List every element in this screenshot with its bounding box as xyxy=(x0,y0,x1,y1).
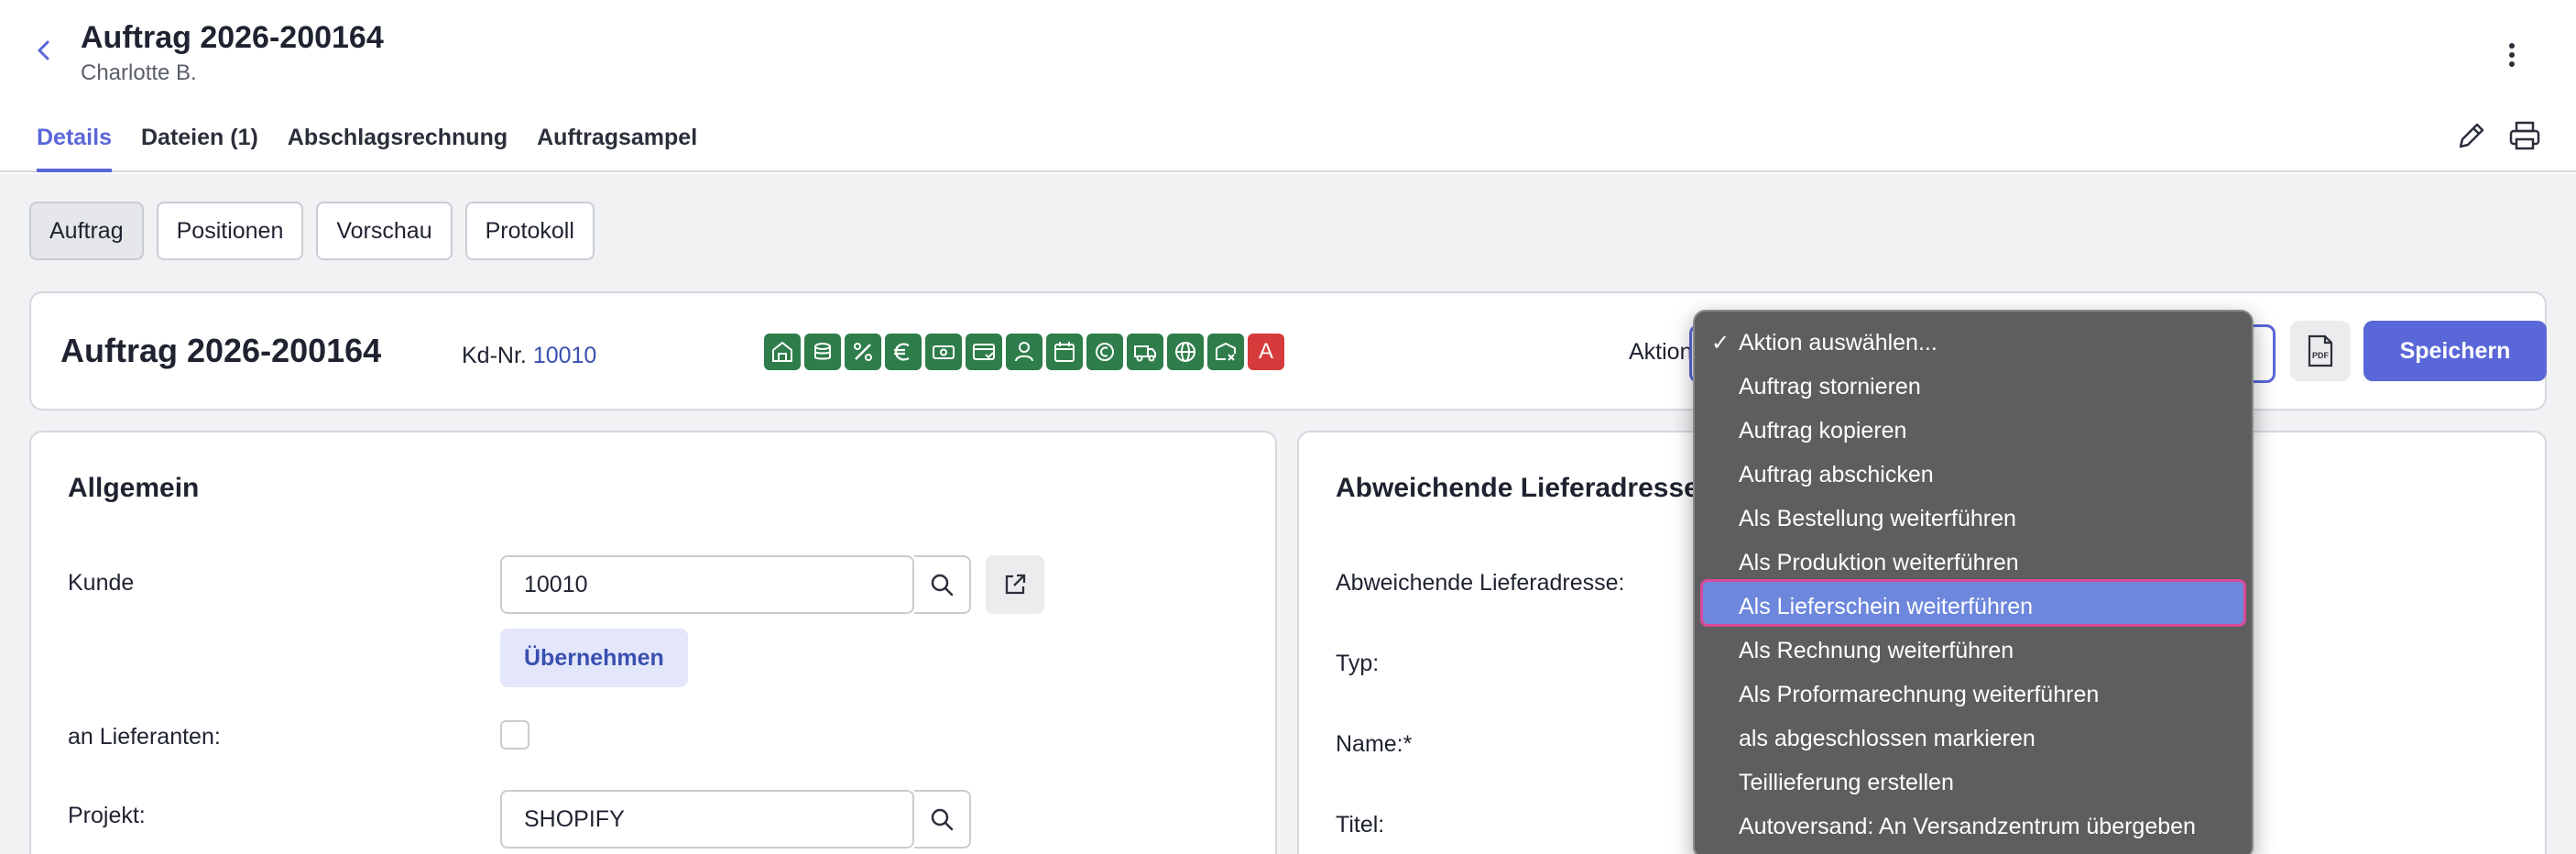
option-auftrag-kopieren[interactable]: Auftrag kopieren xyxy=(1739,418,1906,444)
action-label: Aktion xyxy=(1629,339,1693,365)
page-title: Auftrag 2026-200164 xyxy=(81,20,384,55)
customer-number-label: Kd-Nr. xyxy=(462,343,527,368)
subtab-positionen[interactable]: Positionen xyxy=(156,202,304,260)
subtab-vorschau[interactable]: Vorschau xyxy=(316,202,453,260)
subtab-protokoll[interactable]: Protokoll xyxy=(464,202,595,260)
order-title: Auftrag 2026-200164 xyxy=(60,332,382,369)
action-dropdown-menu: ✓ Aktion auswählen... Auftrag stornieren… xyxy=(1693,310,2254,854)
svg-text:PDF: PDF xyxy=(2312,351,2330,360)
option-abgeschlossen-markieren[interactable]: als abgeschlossen markieren xyxy=(1739,726,2036,752)
page-subtitle: Charlotte B. xyxy=(81,60,197,85)
option-auftrag-stornieren[interactable]: Auftrag stornieren xyxy=(1739,374,1921,400)
tab-abschlagsrechnung[interactable]: Abschlagsrechnung xyxy=(288,119,508,172)
project-label: Projekt: xyxy=(68,803,146,828)
calendar-icon[interactable] xyxy=(1046,334,1083,370)
type-label: Typ: xyxy=(1336,651,1380,676)
cash-icon[interactable] xyxy=(925,334,962,370)
delivery-address-heading: Abweichende Lieferadresse xyxy=(1336,473,1699,503)
alt-delivery-label: Abweichende Lieferadresse: xyxy=(1336,570,1625,596)
general-heading: Allgemein xyxy=(68,473,200,503)
tab-auftragsampel[interactable]: Auftragsampel xyxy=(537,119,697,172)
coins-icon[interactable] xyxy=(804,334,841,370)
external-link-icon xyxy=(1005,574,1026,595)
tab-bar: Details Dateien (1) Abschlagsrechnung Au… xyxy=(37,119,697,172)
customer-label: Kunde xyxy=(68,570,135,596)
tab-dateien[interactable]: Dateien (1) xyxy=(141,119,258,172)
percent-icon[interactable] xyxy=(845,334,881,370)
cancel-box-icon[interactable] xyxy=(1207,334,1244,370)
option-teillieferung[interactable]: Teillieferung erstellen xyxy=(1739,770,1954,796)
open-customer-button[interactable] xyxy=(986,555,1044,614)
option-aktion-auswaehlen[interactable]: Aktion auswählen... xyxy=(1739,330,1937,356)
edit-pencil-icon[interactable] xyxy=(2453,117,2490,154)
option-als-lieferschein[interactable]: Als Lieferschein weiterführen xyxy=(1739,594,2033,620)
search-icon xyxy=(931,574,954,597)
more-options-icon[interactable] xyxy=(2501,38,2523,71)
option-als-bestellung[interactable]: Als Bestellung weiterführen xyxy=(1739,506,2016,532)
truck-icon[interactable] xyxy=(1127,334,1163,370)
save-button[interactable]: Speichern xyxy=(2363,321,2547,381)
customer-number: Kd-Nr. 10010 xyxy=(462,343,596,369)
customer-search-button[interactable] xyxy=(914,555,971,614)
subtab-bar: Auftrag Positionen Vorschau Protokoll xyxy=(29,202,595,260)
pdf-button[interactable]: PDF xyxy=(2290,321,2351,381)
checkmark-icon: ✓ xyxy=(1711,331,1730,356)
globe-icon[interactable] xyxy=(1167,334,1204,370)
option-autoversand[interactable]: Autoversand: An Versandzentrum übergeben xyxy=(1739,814,2196,840)
project-input[interactable]: SHOPIFY xyxy=(500,790,914,849)
status-badges: A xyxy=(764,334,1284,370)
option-als-rechnung[interactable]: Als Rechnung weiterführen xyxy=(1739,638,2014,664)
store-icon[interactable] xyxy=(764,334,801,370)
project-search-button[interactable] xyxy=(914,790,971,849)
customer-input[interactable]: 10010 xyxy=(500,555,914,614)
payment-icon[interactable] xyxy=(1086,334,1123,370)
pdf-icon: PDF xyxy=(2308,334,2333,367)
general-card: Allgemein Kunde 10010 Übernehmen an Lief… xyxy=(29,431,1277,854)
suppliers-checkbox[interactable] xyxy=(500,720,529,750)
option-als-produktion[interactable]: Als Produktion weiterführen xyxy=(1739,550,2019,576)
back-chevron-icon[interactable] xyxy=(33,37,55,64)
person-icon[interactable] xyxy=(1006,334,1042,370)
title-label: Titel: xyxy=(1336,812,1385,838)
option-auftrag-abschicken[interactable]: Auftrag abschicken xyxy=(1739,462,1934,488)
page-header: Auftrag 2026-200164 Charlotte B. Details… xyxy=(0,0,2576,172)
search-icon xyxy=(931,808,954,831)
card-icon[interactable] xyxy=(966,334,1002,370)
status-letter-badge[interactable]: A xyxy=(1248,334,1284,370)
suppliers-label: an Lieferanten: xyxy=(68,724,221,750)
apply-button[interactable]: Übernehmen xyxy=(500,629,688,687)
subtab-auftrag[interactable]: Auftrag xyxy=(29,202,144,260)
option-als-proformarechnung[interactable]: Als Proformarechnung weiterführen xyxy=(1739,682,2099,708)
euro-icon[interactable] xyxy=(885,334,922,370)
name-label: Name:* xyxy=(1336,731,1413,757)
print-icon[interactable] xyxy=(2506,117,2543,154)
customer-number-link[interactable]: 10010 xyxy=(533,343,597,368)
tab-details[interactable]: Details xyxy=(37,119,112,172)
